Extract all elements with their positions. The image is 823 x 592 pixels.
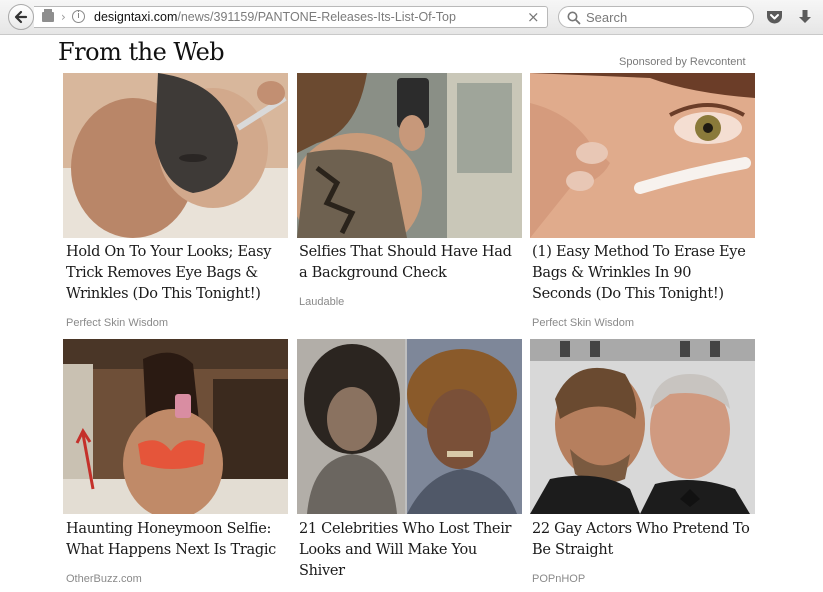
tile-source-2[interactable]: Laudable xyxy=(299,296,344,308)
pocket-icon[interactable] xyxy=(766,9,783,24)
info-icon[interactable]: i xyxy=(72,10,85,23)
tile-title-1[interactable]: Hold On To Your Looks; Easy Trick Remove… xyxy=(66,242,290,305)
tile-source-6[interactable]: POPnHOP xyxy=(532,573,585,585)
search-placeholder: Search xyxy=(586,10,628,25)
tile-source-3[interactable]: Perfect Skin Wisdom xyxy=(532,317,634,329)
close-icon[interactable]: × xyxy=(527,8,540,26)
browser-toolbar: › i designtaxi.com/news/391159/PANTONE-R… xyxy=(0,0,823,35)
tile-title-5[interactable]: 21 Celebrities Who Lost Their Looks and … xyxy=(299,519,519,582)
tile-image-1[interactable] xyxy=(63,73,288,238)
url-bar[interactable]: › i designtaxi.com/news/391159/PANTONE-R… xyxy=(34,6,548,28)
tile-title-6[interactable]: 22 Gay Actors Who Pretend To Be Straight xyxy=(532,519,754,561)
tile-title-2[interactable]: Selfies That Should Have Had a Backgroun… xyxy=(299,242,519,284)
tile-image-2[interactable] xyxy=(297,73,522,238)
tile-image-6[interactable] xyxy=(530,339,755,514)
tile-source-4[interactable]: OtherBuzz.com xyxy=(66,573,142,585)
tile-image-5[interactable] xyxy=(297,339,522,514)
tile-image-4[interactable] xyxy=(63,339,288,514)
page-icon xyxy=(42,9,54,22)
back-arrow-icon xyxy=(14,10,28,24)
widget-heading: From the Web xyxy=(58,38,225,66)
url-host: designtaxi.com xyxy=(94,10,178,24)
sponsor-label[interactable]: Sponsored by Revcontent xyxy=(619,56,746,68)
download-icon[interactable] xyxy=(798,9,812,25)
tile-source-1[interactable]: Perfect Skin Wisdom xyxy=(66,317,168,329)
tile-image-3[interactable] xyxy=(530,73,755,238)
url-text[interactable]: designtaxi.com/news/391159/PANTONE-Relea… xyxy=(94,10,534,24)
tile-title-3[interactable]: (1) Easy Method To Erase Eye Bags & Wrin… xyxy=(532,242,754,305)
url-path: /news/391159/PANTONE-Releases-Its-List-O… xyxy=(177,10,456,24)
search-input[interactable]: Search xyxy=(558,6,754,28)
back-button[interactable] xyxy=(8,4,34,30)
chevron-right-icon: › xyxy=(61,10,66,24)
tile-title-4[interactable]: Haunting Honeymoon Selfie: What Happens … xyxy=(66,519,290,561)
search-icon xyxy=(567,11,581,25)
